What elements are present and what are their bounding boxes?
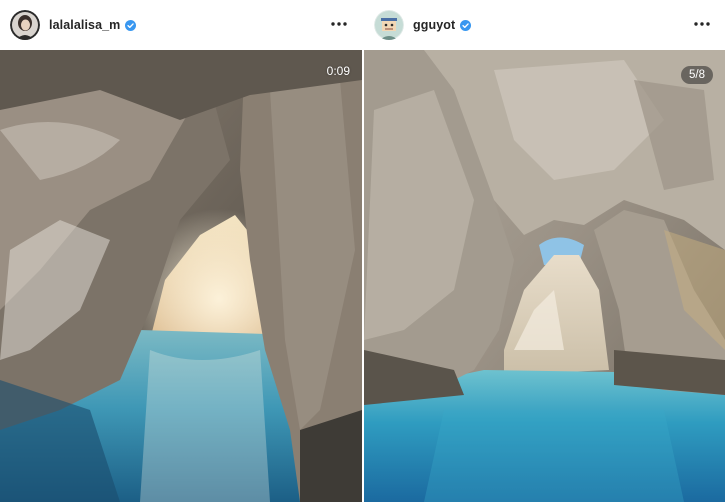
more-options-icon[interactable]	[693, 17, 711, 31]
post-card: gguyot 5/8	[364, 0, 725, 502]
video-timer: 0:09	[326, 64, 350, 78]
verified-badge-icon	[125, 19, 137, 31]
carousel-counter: 5/8	[681, 66, 713, 84]
username[interactable]: gguyot	[413, 18, 455, 32]
verified-badge-icon	[460, 19, 472, 31]
post-photo[interactable]	[364, 50, 725, 502]
avatar[interactable]	[10, 10, 40, 40]
username[interactable]: lalalalisa_m	[49, 18, 120, 32]
post-card: lalalalisa_m 0:09	[0, 0, 362, 502]
feed-comparison: lalalalisa_m 0:09 gguyot 5/8	[0, 0, 725, 502]
post-header: lalalalisa_m	[0, 0, 362, 50]
avatar[interactable]	[374, 10, 404, 40]
post-video[interactable]	[0, 50, 362, 502]
more-options-icon[interactable]	[330, 17, 348, 31]
post-header: gguyot	[364, 0, 725, 50]
